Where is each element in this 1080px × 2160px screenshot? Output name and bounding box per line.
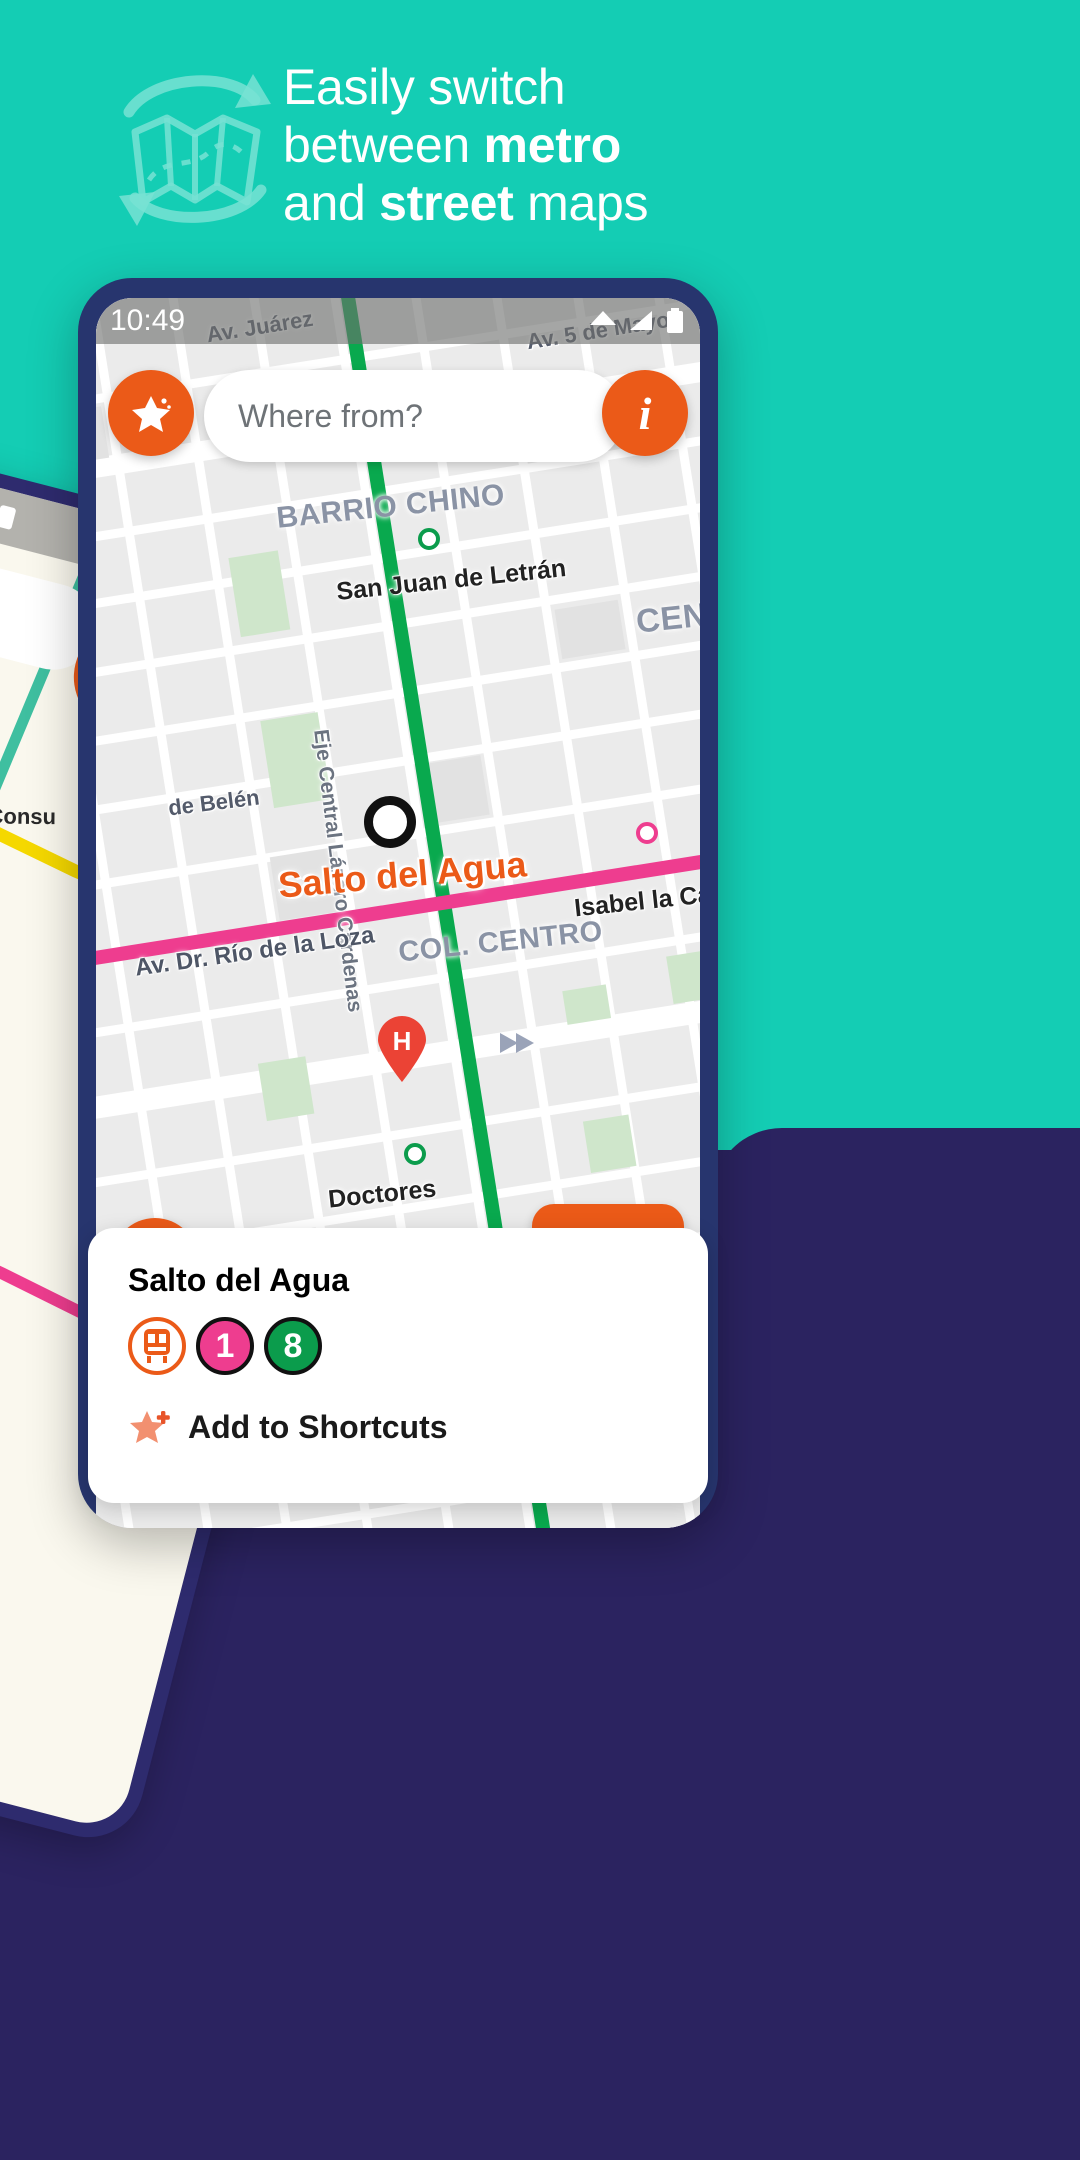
badge-line-1[interactable]: 1 [196, 1317, 254, 1375]
add-to-shortcuts-row[interactable]: Add to Shortcuts [128, 1405, 668, 1449]
badge-line-8-label: 8 [283, 1326, 303, 1365]
purple-corner [712, 1128, 1080, 1308]
promo-line-2-prefix: between [283, 117, 484, 173]
metro-stop-marker[interactable] [404, 1143, 426, 1165]
map-switch-icon [105, 60, 285, 230]
metro-label-consu: Consu [0, 803, 57, 830]
status-bar: 10:49 [96, 298, 700, 344]
status-icons [588, 308, 684, 334]
svg-text:H: H [393, 1026, 412, 1056]
station-line-badges: 1 8 [128, 1317, 668, 1375]
badge-line-1-label: 1 [215, 1326, 235, 1365]
signal-icon [630, 311, 652, 330]
promo-line-3-suffix: maps [513, 175, 649, 231]
promo-line-3-bold: street [379, 175, 514, 231]
metro-stop-marker[interactable] [636, 822, 658, 844]
wifi-icon [590, 311, 616, 325]
info-fab-button[interactable]: i [602, 370, 688, 456]
battery-icon [667, 308, 683, 333]
selected-station-marker[interactable] [364, 796, 416, 848]
shortcuts-fab-button[interactable] [108, 370, 194, 456]
train-icon [144, 1329, 170, 1363]
station-title: Salto del Agua [128, 1262, 350, 1298]
metro-stop-marker[interactable] [418, 528, 440, 550]
promo-line-3-prefix: and [283, 175, 380, 231]
star-shortcuts-icon [132, 396, 171, 432]
screenshot-root: Easily switch between metro and street m… [0, 0, 1080, 2160]
hospital-pin-icon[interactable]: H [376, 1016, 428, 1082]
station-detail-sheet: Salto del Agua 1 8 Add to Shortcuts [88, 1228, 708, 1503]
promo-line-2-bold: metro [483, 117, 622, 173]
add-to-shortcuts-label: Add to Shortcuts [188, 1408, 448, 1445]
search-placeholder: Where from? [238, 397, 423, 434]
star-plus-icon [130, 1411, 170, 1443]
badge-train[interactable] [128, 1317, 186, 1375]
promo-line-1: Easily switch [283, 59, 566, 115]
search-input[interactable]: Where from? [204, 370, 624, 462]
info-icon: i [638, 387, 652, 439]
promo-headline: Easily switch between metro and street m… [283, 58, 1023, 232]
metro-status-icons [0, 505, 16, 530]
badge-line-8[interactable]: 8 [264, 1317, 322, 1375]
status-time: 10:49 [110, 304, 186, 337]
